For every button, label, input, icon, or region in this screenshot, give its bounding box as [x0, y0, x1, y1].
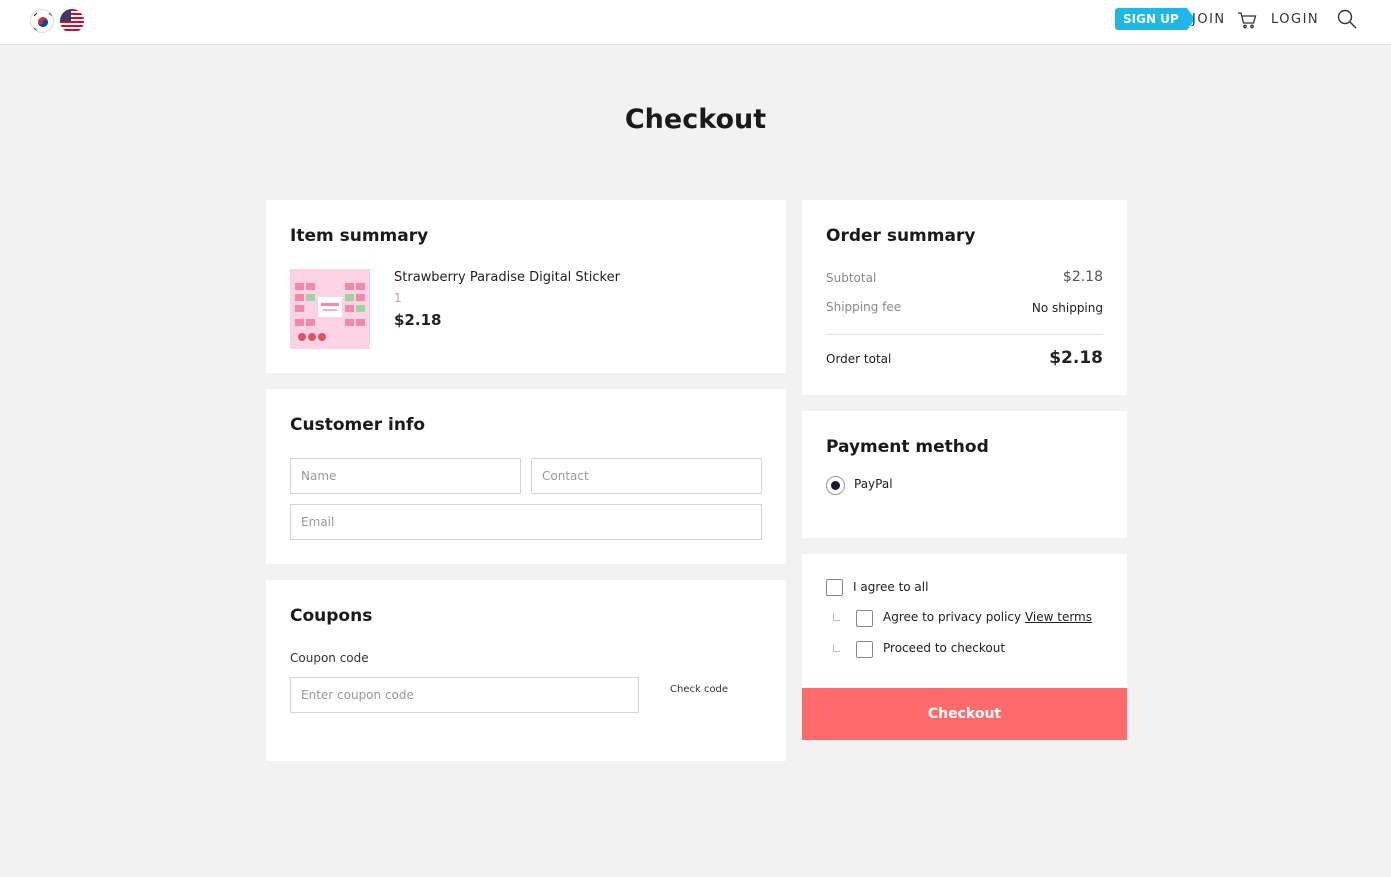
us-flag-icon[interactable]: [60, 9, 84, 33]
payment-method-title: Payment method: [826, 437, 989, 457]
shipping-fee-label: Shipping fee: [826, 300, 902, 314]
item-summary-card: Item summary Strawberry Paradise Digital…: [266, 200, 786, 373]
proceed-label[interactable]: Proceed to checkout: [883, 641, 1005, 655]
signup-badge[interactable]: SIGN UP: [1115, 8, 1195, 30]
contact-field[interactable]: [531, 458, 762, 494]
order-total-label: Order total: [826, 352, 892, 366]
item-name[interactable]: Strawberry Paradise Digital Sticker: [394, 270, 620, 285]
coupons-card: Coupons Coupon code Check code: [266, 580, 786, 761]
login-link[interactable]: LOGIN: [1271, 12, 1319, 27]
page-title: Checkout: [624, 104, 767, 135]
paypal-label[interactable]: PayPal: [854, 477, 893, 491]
korean-flag-icon[interactable]: [30, 9, 54, 33]
agreements-card: I agree to all Agree to privacy policy V…: [802, 554, 1127, 740]
item-thumbnail[interactable]: [290, 269, 370, 349]
tree-connector: [833, 644, 840, 652]
agree-all-checkbox[interactable]: [826, 579, 843, 596]
privacy-checkbox[interactable]: [856, 610, 873, 627]
view-terms-link[interactable]: View terms: [1025, 610, 1092, 624]
item-summary-title: Item summary: [290, 226, 429, 246]
customer-info-title: Customer info: [290, 415, 426, 435]
cart-icon[interactable]: [1237, 10, 1257, 30]
order-total-value: $2.18: [1049, 348, 1103, 368]
check-code-button[interactable]: Check code: [670, 684, 728, 695]
join-link[interactable]: JOIN: [1192, 12, 1226, 27]
checkout-button[interactable]: Checkout: [802, 688, 1127, 740]
email-field[interactable]: [290, 504, 762, 540]
name-field[interactable]: [290, 458, 521, 494]
payment-method-card: Payment method PayPal: [802, 411, 1127, 538]
search-icon[interactable]: [1336, 8, 1358, 30]
subtotal-label: Subtotal: [826, 271, 877, 285]
privacy-label-text[interactable]: Agree to privacy policy: [883, 610, 1021, 624]
order-summary-title: Order summary: [826, 226, 976, 246]
agree-all-label[interactable]: I agree to all: [853, 580, 928, 594]
tree-connector: [833, 613, 840, 621]
item-quantity: 1: [394, 291, 402, 305]
shipping-fee-value: No shipping: [1031, 301, 1103, 315]
coupons-title: Coupons: [290, 606, 373, 626]
coupon-code-label: Coupon code: [290, 651, 369, 665]
coupon-code-input[interactable]: [290, 677, 639, 713]
paypal-radio[interactable]: [826, 476, 845, 495]
proceed-checkbox[interactable]: [856, 641, 873, 658]
subtotal-value: $2.18: [1062, 269, 1103, 285]
top-nav-bar: SIGN UP JOIN LOGIN: [0, 0, 1391, 45]
item-price: $2.18: [394, 311, 442, 329]
customer-info-card: Customer info: [266, 389, 786, 564]
summary-divider: [826, 334, 1103, 335]
privacy-label: Agree to privacy policy View terms: [883, 610, 1092, 624]
order-summary-card: Order summary Subtotal $2.18 Shipping fe…: [802, 200, 1127, 395]
